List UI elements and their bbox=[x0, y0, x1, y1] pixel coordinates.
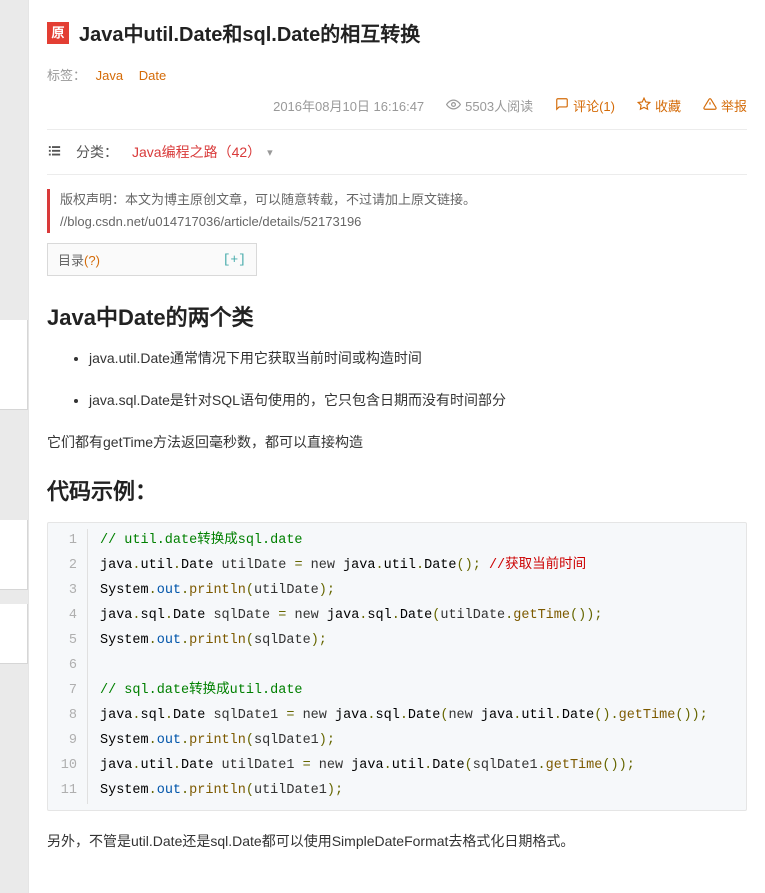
tags-row: 标签： Java Date bbox=[47, 65, 747, 84]
toc-left: 目录(?) bbox=[58, 250, 100, 269]
section-heading-1: Java中Date的两个类 bbox=[47, 300, 747, 332]
category-row: 分类： Java编程之路（42） ▾ bbox=[47, 130, 747, 175]
article-title: Java中util.Date和sql.Date的相互转换 bbox=[79, 18, 420, 47]
meta-favorite[interactable]: 收藏 bbox=[637, 96, 681, 115]
paragraph: 另外，不管是util.Date还是sql.Date都可以使用SimpleDate… bbox=[47, 831, 747, 851]
star-icon bbox=[637, 97, 651, 114]
eye-icon bbox=[446, 97, 461, 115]
line-number: 8 bbox=[48, 704, 88, 729]
warning-icon bbox=[703, 97, 717, 114]
left-rail bbox=[0, 0, 28, 893]
bullet-list: java.util.Date通常情况下用它获取当前时间或构造时间 java.sq… bbox=[47, 348, 747, 410]
favorite-text: 收藏 bbox=[655, 96, 681, 115]
line-number: 2 bbox=[48, 554, 88, 579]
code-line: 10java.util.Date utilDate1 = new java.ut… bbox=[48, 754, 746, 779]
article-content: 原 Java中util.Date和sql.Date的相互转换 标签： Java … bbox=[28, 0, 765, 893]
meta-report[interactable]: 举报 bbox=[703, 96, 747, 115]
line-number: 1 bbox=[48, 529, 88, 554]
tag-link[interactable]: Java bbox=[96, 68, 123, 83]
report-text: 举报 bbox=[721, 96, 747, 115]
code-line: 11System.out.println(utilDate1); bbox=[48, 779, 746, 804]
rail-stub[interactable] bbox=[0, 320, 28, 410]
code-source: System.out.println(utilDate); bbox=[88, 579, 335, 604]
code-source: // util.date转换成sql.date bbox=[88, 529, 303, 554]
code-source: java.sql.Date sqlDate = new java.sql.Dat… bbox=[88, 604, 602, 629]
tag-link[interactable]: Date bbox=[139, 68, 166, 83]
chevron-down-icon: ▾ bbox=[267, 146, 273, 159]
category-label: 分类： bbox=[76, 142, 118, 162]
code-source: java.util.Date utilDate = new java.util.… bbox=[88, 554, 586, 579]
code-line: 1// util.date转换成sql.date bbox=[48, 529, 746, 554]
list-icon bbox=[47, 143, 62, 161]
code-line: 8java.sql.Date sqlDate1 = new java.sql.D… bbox=[48, 704, 746, 729]
paragraph: 它们都有getTime方法返回毫秒数，都可以直接构造 bbox=[47, 432, 747, 452]
code-line: 9System.out.println(sqlDate1); bbox=[48, 729, 746, 754]
code-line: 2java.util.Date utilDate = new java.util… bbox=[48, 554, 746, 579]
toc-label: 目录 bbox=[58, 253, 84, 268]
meta-comments[interactable]: 评论(1) bbox=[555, 96, 615, 115]
meta-timestamp: 2016年08月10日 16:16:47 bbox=[273, 96, 424, 115]
code-source: java.util.Date utilDate1 = new java.util… bbox=[88, 754, 635, 779]
tags-label: 标签： bbox=[47, 68, 86, 83]
meta-views: 5503人阅读 bbox=[446, 96, 533, 115]
code-line: 4java.sql.Date sqlDate = new java.sql.Da… bbox=[48, 604, 746, 629]
code-source: System.out.println(sqlDate1); bbox=[88, 729, 335, 754]
code-source bbox=[88, 654, 100, 679]
code-block: 1// util.date转换成sql.date2java.util.Date … bbox=[47, 522, 747, 811]
toc-box[interactable]: 目录(?) [+] bbox=[47, 243, 257, 276]
toc-toggle[interactable]: [+] bbox=[223, 252, 246, 267]
line-number: 9 bbox=[48, 729, 88, 754]
line-number: 7 bbox=[48, 679, 88, 704]
code-line: 5System.out.println(sqlDate); bbox=[48, 629, 746, 654]
original-badge: 原 bbox=[47, 22, 69, 44]
line-number: 4 bbox=[48, 604, 88, 629]
code-line: 7// sql.date转换成util.date bbox=[48, 679, 746, 704]
code-source: System.out.println(utilDate1); bbox=[88, 779, 343, 804]
category-value[interactable]: Java编程之路（42） ▾ bbox=[132, 142, 273, 162]
copyright-notice: 版权声明：本文为博主原创文章，可以随意转载，不过请加上原文链接。 //blog.… bbox=[47, 189, 747, 233]
code-source: System.out.println(sqlDate); bbox=[88, 629, 327, 654]
list-item: java.util.Date通常情况下用它获取当前时间或构造时间 bbox=[89, 348, 747, 368]
title-row: 原 Java中util.Date和sql.Date的相互转换 bbox=[47, 18, 747, 47]
line-number: 5 bbox=[48, 629, 88, 654]
rail-stub[interactable] bbox=[0, 604, 28, 664]
section-heading-2: 代码示例： bbox=[47, 474, 747, 506]
comment-icon bbox=[555, 97, 569, 114]
toc-help[interactable]: (?) bbox=[84, 253, 100, 268]
code-line: 3System.out.println(utilDate); bbox=[48, 579, 746, 604]
line-number: 6 bbox=[48, 654, 88, 679]
line-number: 10 bbox=[48, 754, 88, 779]
code-line: 6 bbox=[48, 654, 746, 679]
line-number: 3 bbox=[48, 579, 88, 604]
list-item: java.sql.Date是针对SQL语句使用的，它只包含日期而没有时间部分 bbox=[89, 390, 747, 410]
category-text: Java编程之路（42） bbox=[132, 142, 261, 162]
rail-stub[interactable] bbox=[0, 520, 28, 590]
views-text: 5503人阅读 bbox=[465, 96, 533, 115]
comments-text: 评论(1) bbox=[573, 96, 615, 115]
code-source: // sql.date转换成util.date bbox=[88, 679, 303, 704]
code-source: java.sql.Date sqlDate1 = new java.sql.Da… bbox=[88, 704, 708, 729]
line-number: 11 bbox=[48, 779, 88, 804]
meta-row: 2016年08月10日 16:16:47 5503人阅读 评论(1) 收藏 bbox=[47, 96, 747, 130]
